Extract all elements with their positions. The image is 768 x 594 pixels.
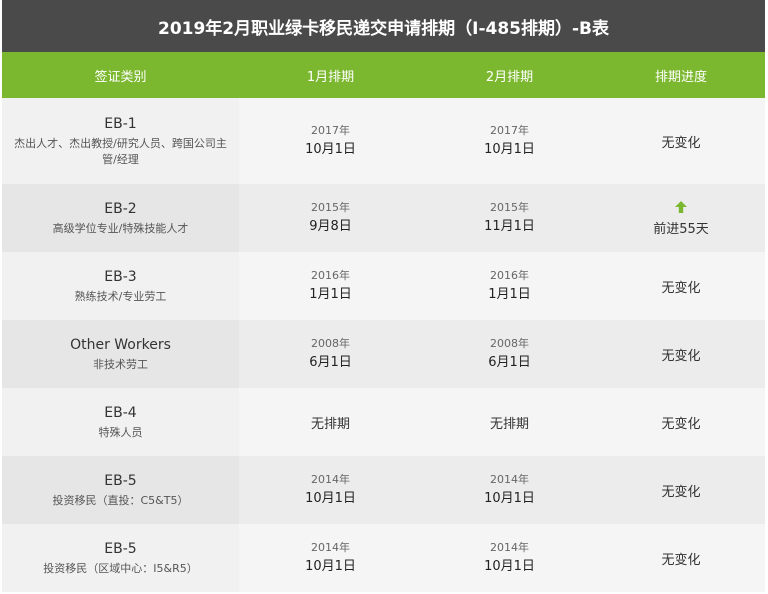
category-description: 杰出人才、杰出教授/研究人员、跨国公司主管/经理 [14, 137, 227, 166]
arrow-up-icon [675, 200, 687, 213]
feb-year: 2015年 [490, 201, 529, 214]
feb-month-day: 11月1日 [484, 219, 535, 234]
jan-year: 2016年 [311, 269, 350, 282]
category-cell: EB-3 熟练技术/专业劳工 [2, 252, 239, 320]
category-code: EB-5 [104, 473, 137, 489]
progress-text: 无变化 [661, 552, 701, 568]
table-row: EB-5 投资移民（直投：C5&T5） 2014年 10月1日 2014年 10月1日 无变… [2, 456, 765, 524]
table-title: 2019年2月职业绿卡移民递交申请排期（I-485排期）-B表 [2, 0, 765, 52]
table-row: EB-2 高级学位专业/特殊技能人才 2015年 9月8日 2015年 11月1日 前进55… [2, 184, 765, 252]
category-description: 投资移民（区域中心：I5&R5） [43, 562, 198, 575]
table-row: EB-4 特殊人员 无排期 无排期 无变化 [2, 388, 765, 456]
progress-cell: 无变化 [597, 98, 765, 184]
category-description: 高级学位专业/特殊技能人才 [52, 222, 189, 235]
category-cell: EB-4 特殊人员 [2, 388, 239, 456]
feb-date-cell: 2017年 10月1日 [422, 98, 597, 184]
progress-cell: 前进55天 [597, 184, 765, 252]
feb-date-cell: 2015年 11月1日 [422, 184, 597, 252]
jan-year: 2014年 [311, 473, 350, 486]
feb-month-day: 10月1日 [484, 559, 535, 574]
progress-cell: 无变化 [597, 320, 765, 388]
progress-cell: 无变化 [597, 252, 765, 320]
jan-month-day: 10月1日 [305, 491, 356, 506]
jan-date-cell: 2014年 10月1日 [239, 524, 422, 592]
jan-date-cell: 2008年 6月1日 [239, 320, 422, 388]
category-description: 非技术劳工 [93, 358, 148, 371]
category-cell: EB-5 投资移民（区域中心：I5&R5） [2, 524, 239, 592]
feb-year: 2014年 [490, 541, 529, 554]
category-code: EB-5 [104, 541, 137, 557]
category-code: EB-4 [104, 405, 137, 421]
feb-year: 2016年 [490, 269, 529, 282]
category-description: 熟练技术/专业劳工 [74, 290, 167, 303]
progress-text: 无变化 [661, 416, 701, 432]
progress-text: 前进55天 [653, 221, 709, 237]
jan-month-day: 6月1日 [309, 355, 352, 370]
table-row: EB-5 投资移民（区域中心：I5&R5） 2014年 10月1日 2014年 10月1日… [2, 524, 765, 592]
progress-text: 无变化 [661, 135, 701, 151]
jan-month-day: 无排期 [310, 416, 350, 432]
progress-text: 无变化 [661, 348, 701, 364]
category-description: 特殊人员 [98, 426, 143, 439]
feb-year: 2017年 [490, 124, 529, 137]
jan-date-cell: 2016年 1月1日 [239, 252, 422, 320]
feb-month-day: 1月1日 [488, 287, 531, 302]
category-code: Other Workers [70, 337, 171, 353]
feb-month-day: 6月1日 [488, 355, 531, 370]
jan-year: 2008年 [311, 337, 350, 350]
progress-cell: 无变化 [597, 524, 765, 592]
progress-text: 无变化 [661, 484, 701, 500]
category-cell: EB-5 投资移民（直投：C5&T5） [2, 456, 239, 524]
progress-text: 无变化 [661, 280, 701, 296]
feb-year: 2014年 [490, 473, 529, 486]
category-code: EB-1 [104, 116, 137, 132]
category-cell: EB-1 杰出人才、杰出教授/研究人员、跨国公司主管/经理 [2, 98, 239, 184]
table-body: EB-1 杰出人才、杰出教授/研究人员、跨国公司主管/经理 2017年 10月1日 20… [2, 98, 765, 592]
jan-date-cell: 2014年 10月1日 [239, 456, 422, 524]
header-category: 签证类别 [94, 69, 147, 85]
category-description: 投资移民（直投：C5&T5） [52, 494, 189, 507]
visa-bulletin-table: 2019年2月职业绿卡移民递交申请排期（I-485排期）-B表 签证类别 1月排… [0, 0, 768, 594]
jan-date-cell: 2017年 10月1日 [239, 98, 422, 184]
jan-year: 2015年 [311, 201, 350, 214]
category-cell: Other Workers 非技术劳工 [2, 320, 239, 388]
header-progress: 排期进度 [654, 69, 707, 85]
feb-date-cell: 2014年 10月1日 [422, 456, 597, 524]
feb-month-day: 10月1日 [484, 142, 535, 157]
feb-date-cell: 2014年 10月1日 [422, 524, 597, 592]
progress-cell: 无变化 [597, 388, 765, 456]
jan-date-cell: 无排期 [239, 388, 422, 456]
table-row: EB-1 杰出人才、杰出教授/研究人员、跨国公司主管/经理 2017年 10月1日 20… [2, 98, 765, 184]
table-header: 签证类别 1月排期 2月排期 排期进度 [2, 52, 765, 98]
jan-month-day: 1月1日 [309, 287, 352, 302]
feb-date-cell: 无排期 [422, 388, 597, 456]
category-cell: EB-2 高级学位专业/特殊技能人才 [2, 184, 239, 252]
feb-year: 2008年 [490, 337, 529, 350]
feb-date-cell: 2016年 1月1日 [422, 252, 597, 320]
jan-year: 2014年 [311, 541, 350, 554]
feb-date-cell: 2008年 6月1日 [422, 320, 597, 388]
jan-month-day: 10月1日 [305, 142, 356, 157]
category-code: EB-2 [104, 201, 137, 217]
feb-month-day: 10月1日 [484, 491, 535, 506]
progress-cell: 无变化 [597, 456, 765, 524]
table-row: Other Workers 非技术劳工 2008年 6月1日 2008年 6月1日 无变化 [2, 320, 765, 388]
header-feb: 2月排期 [485, 69, 534, 85]
header-jan: 1月排期 [306, 69, 355, 85]
category-code: EB-3 [104, 269, 137, 285]
jan-year: 2017年 [311, 124, 350, 137]
jan-date-cell: 2015年 9月8日 [239, 184, 422, 252]
table-row: EB-3 熟练技术/专业劳工 2016年 1月1日 2016年 1月1日 无变化 [2, 252, 765, 320]
feb-month-day: 无排期 [489, 416, 529, 432]
jan-month-day: 10月1日 [305, 559, 356, 574]
jan-month-day: 9月8日 [309, 219, 352, 234]
